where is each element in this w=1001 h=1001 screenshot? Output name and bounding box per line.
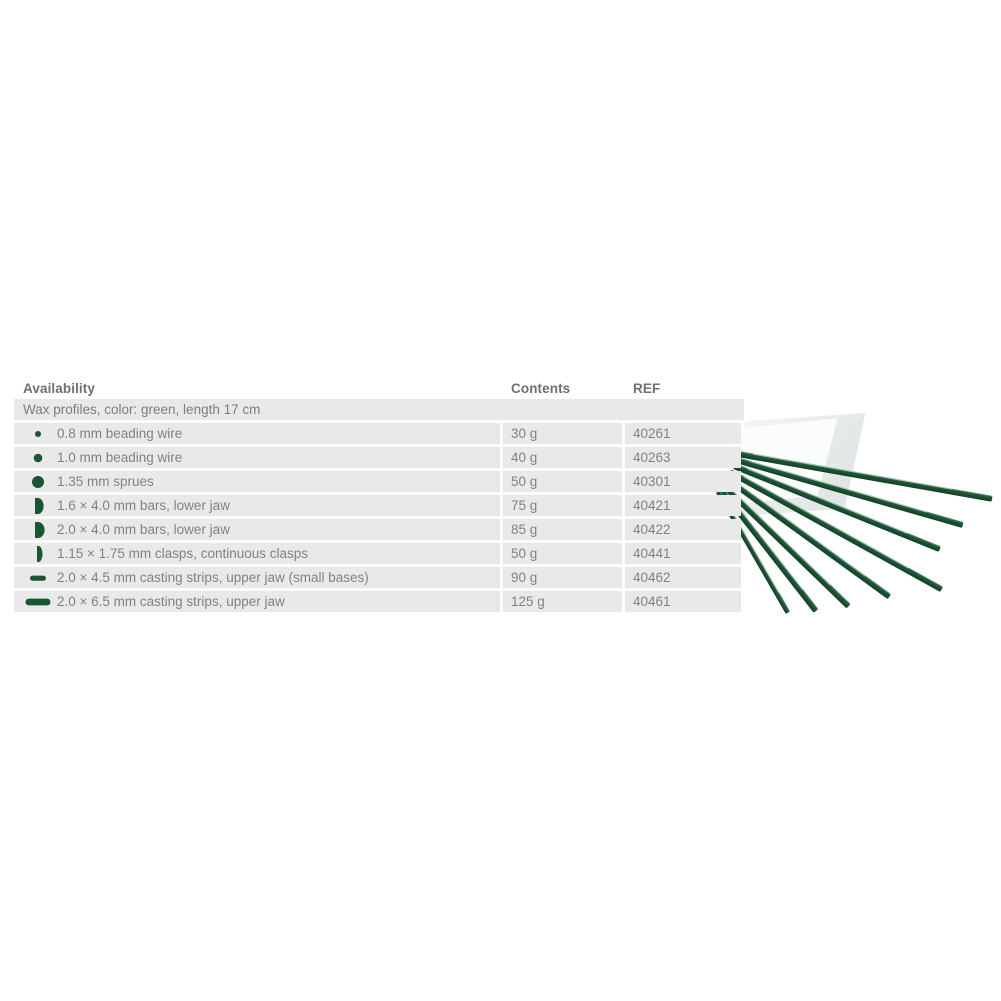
row-ref-value: 40441 <box>633 546 671 561</box>
cell-ref: 40462 <box>625 567 741 588</box>
table-row: 2.0 × 6.5 mm casting strips, upper jaw 12… <box>14 591 744 612</box>
cell-ref: 40441 <box>625 543 741 564</box>
row-ref-value: 40261 <box>633 426 671 441</box>
product-photo <box>700 395 1001 630</box>
row-contents-value: 40 g <box>511 450 538 465</box>
row-label: 1.6 × 4.0 mm bars, lower jaw <box>57 498 230 513</box>
wax-profile-bar-d-shape-wide-icon <box>23 519 53 540</box>
cell-availability: 1.0 mm beading wire <box>14 447 500 468</box>
cell-ref: 40301 <box>625 471 741 492</box>
row-ref-value: 40421 <box>633 498 671 513</box>
cell-contents: 50 g <box>503 471 622 492</box>
row-contents-value: 90 g <box>511 570 538 585</box>
row-ref-value: 40461 <box>633 594 671 609</box>
table-row: 2.0 × 4.5 mm casting strips, upper jaw (… <box>14 567 744 588</box>
table-row: 2.0 × 4.0 mm bars, lower jaw 85 g 40422 <box>14 519 744 540</box>
row-contents-value: 50 g <box>511 474 538 489</box>
column-header-ref: REF <box>633 381 661 396</box>
cell-contents: 125 g <box>503 591 622 612</box>
cell-availability: 2.0 × 4.5 mm casting strips, upper jaw (… <box>14 567 500 588</box>
wax-profile-bar-d-shape-icon <box>23 495 53 516</box>
row-label: 0.8 mm beading wire <box>57 426 183 441</box>
cell-ref: 40263 <box>625 447 741 468</box>
row-ref-value: 40301 <box>633 474 671 489</box>
row-label: 2.0 × 6.5 mm casting strips, upper jaw <box>57 594 285 609</box>
cell-availability: 2.0 × 6.5 mm casting strips, upper jaw <box>14 591 500 612</box>
cell-contents: 50 g <box>503 543 622 564</box>
column-header-availability: Availability <box>23 381 95 396</box>
row-ref-value: 40462 <box>633 570 671 585</box>
cell-ref: 40261 <box>625 423 741 444</box>
table-row: 0.8 mm beading wire 30 g 40261 <box>14 423 744 444</box>
cell-contents: 75 g <box>503 495 622 516</box>
wax-profile-casting-strip-small-icon <box>23 567 53 588</box>
cell-contents: 30 g <box>503 423 622 444</box>
row-ref-value: 40422 <box>633 522 671 537</box>
availability-table: Availability Contents REF Wax profiles, … <box>14 372 744 615</box>
cell-ref: 40461 <box>625 591 741 612</box>
row-contents-value: 125 g <box>511 594 545 609</box>
table-subheader-label: Wax profiles, color: green, length 17 cm <box>23 402 261 417</box>
cell-contents: 85 g <box>503 519 622 540</box>
cell-availability: 0.8 mm beading wire <box>14 423 500 444</box>
cell-availability: 1.35 mm sprues <box>14 471 500 492</box>
row-label: 2.0 × 4.5 mm casting strips, upper jaw (… <box>57 570 369 585</box>
cell-contents: 40 g <box>503 447 622 468</box>
table-header-row: Availability Contents REF <box>14 372 744 399</box>
row-label: 1.35 mm sprues <box>57 474 154 489</box>
wax-profile-casting-strip-large-icon <box>23 591 53 612</box>
table-subheader-row: Wax profiles, color: green, length 17 cm <box>14 399 744 420</box>
table-row: 1.0 mm beading wire 40 g 40263 <box>14 447 744 468</box>
row-label: 2.0 × 4.0 mm bars, lower jaw <box>57 522 230 537</box>
column-header-contents: Contents <box>511 381 571 396</box>
cell-availability: 1.15 × 1.75 mm clasps, continuous clasps <box>14 543 500 564</box>
row-label: 1.15 × 1.75 mm clasps, continuous clasps <box>57 546 309 561</box>
wax-profile-round-large-icon <box>23 471 53 492</box>
cell-availability: 1.6 × 4.0 mm bars, lower jaw <box>14 495 500 516</box>
cell-ref: 40422 <box>625 519 741 540</box>
table-body: 0.8 mm beading wire 30 g 40261 1.0 mm beadi… <box>14 423 744 612</box>
table-row: 1.35 mm sprues 50 g 40301 <box>14 471 744 492</box>
table-row: 1.6 × 4.0 mm bars, lower jaw 75 g 40421 <box>14 495 744 516</box>
table-row: 1.15 × 1.75 mm clasps, continuous clasps… <box>14 543 744 564</box>
cell-contents: 90 g <box>503 567 622 588</box>
row-contents-value: 75 g <box>511 498 538 513</box>
row-label: 1.0 mm beading wire <box>57 450 183 465</box>
row-contents-value: 50 g <box>511 546 538 561</box>
row-contents-value: 30 g <box>511 426 538 441</box>
wax-profile-clasp-narrow-icon <box>23 543 53 564</box>
row-ref-value: 40263 <box>633 450 671 465</box>
wax-profile-round-medium-icon <box>23 447 53 468</box>
cell-ref: 40421 <box>625 495 741 516</box>
wax-profile-round-small-icon <box>23 423 53 444</box>
row-contents-value: 85 g <box>511 522 538 537</box>
cell-availability: 2.0 × 4.0 mm bars, lower jaw <box>14 519 500 540</box>
